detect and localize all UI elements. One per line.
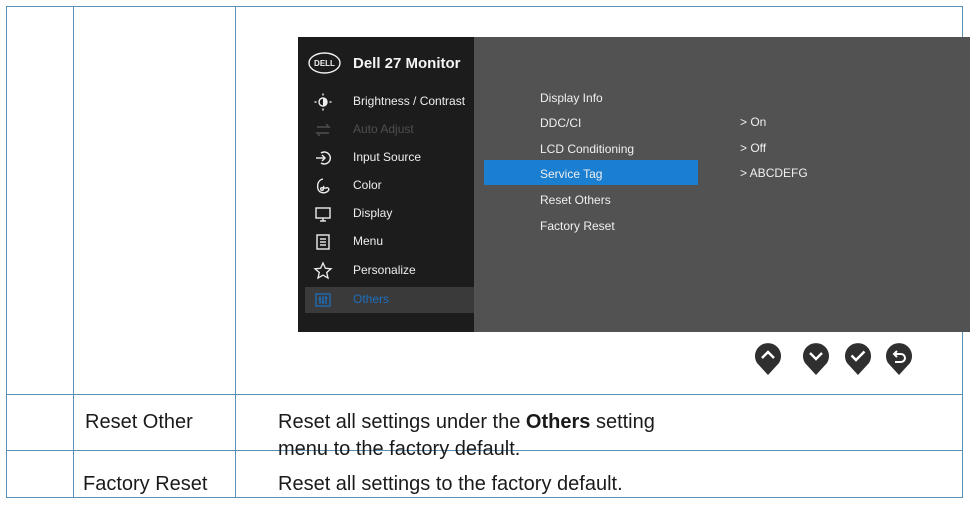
- submenu-item-lcd-conditioning[interactable]: LCD Conditioning: [540, 142, 634, 156]
- menu-item-color[interactable]: Color: [305, 173, 474, 199]
- dell-logo-text: DELL: [314, 59, 335, 68]
- menu-icon: [316, 234, 330, 250]
- menu-item-label: Display: [353, 206, 393, 220]
- value-service-tag: > ABCDEFG: [740, 166, 808, 180]
- up-button[interactable]: [753, 341, 783, 377]
- menu-item-display[interactable]: Display: [305, 201, 474, 227]
- menu-item-label: Input Source: [353, 150, 422, 164]
- row-desc-factory-reset: Reset all settings to the factory defaul…: [278, 473, 623, 495]
- menu-item-input-source[interactable]: Input Source: [305, 145, 474, 171]
- back-button[interactable]: [884, 341, 914, 377]
- submenu-item-display-info[interactable]: Display Info: [540, 91, 603, 105]
- color-icon: [316, 178, 330, 194]
- row-name-reset-other: Reset Other: [85, 411, 193, 433]
- table-divider: [235, 7, 236, 497]
- star-icon: [313, 261, 333, 280]
- submenu-item-service-tag[interactable]: Service Tag: [540, 167, 602, 181]
- down-button[interactable]: [801, 341, 831, 377]
- menu-item-label: Auto Adjust: [353, 122, 414, 136]
- menu-item-label: Others: [353, 292, 390, 306]
- row-desc-reset-other: Reset all settings under the Others sett…: [278, 411, 655, 433]
- dell-logo: DELL: [308, 52, 341, 74]
- brightness-icon: [314, 93, 332, 111]
- auto-adjust-icon: [315, 123, 331, 137]
- submenu-item-ddc-ci[interactable]: DDC/CI: [540, 116, 581, 130]
- menu-item-label: Color: [353, 178, 382, 192]
- menu-item-label: Menu: [353, 234, 384, 248]
- menu-item-auto-adjust: Auto Adjust: [305, 117, 474, 143]
- row-name-factory-reset: Factory Reset: [83, 473, 208, 495]
- input-source-icon: [316, 151, 331, 165]
- display-icon: [315, 207, 331, 222]
- others-icon: [315, 293, 331, 307]
- menu-item-brightness-contrast[interactable]: Brightness / Contrast: [305, 89, 474, 115]
- osd-title: Dell 27 Monitor: [353, 55, 461, 72]
- submenu-item-reset-others[interactable]: Reset Others: [540, 193, 611, 207]
- confirm-button[interactable]: [843, 341, 873, 377]
- menu-item-personalize[interactable]: Personalize: [305, 258, 474, 284]
- value-ddc-ci: > On: [740, 115, 767, 129]
- submenu-item-factory-reset[interactable]: Factory Reset: [540, 219, 615, 233]
- menu-item-others[interactable]: Others: [305, 287, 474, 313]
- bold-others: Others: [525, 411, 591, 433]
- table-divider: [7, 394, 962, 395]
- row-desc-reset-other-line2: menu to the factory default.: [278, 438, 521, 460]
- table-divider: [73, 7, 74, 497]
- menu-item-label: Brightness / Contrast: [353, 94, 466, 108]
- menu-item-label: Personalize: [353, 263, 416, 277]
- menu-item-menu[interactable]: Menu: [305, 229, 474, 255]
- value-lcd-conditioning: > Off: [740, 141, 767, 155]
